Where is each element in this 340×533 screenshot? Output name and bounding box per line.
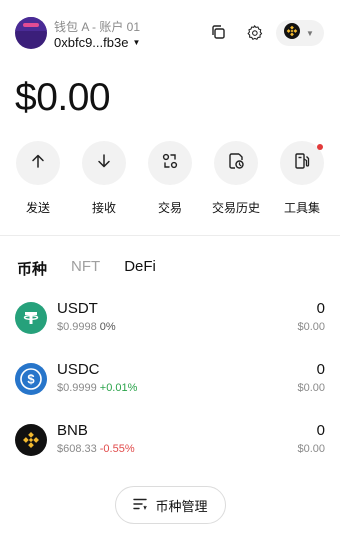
copy-icon[interactable] [208,22,228,42]
tab-defi[interactable]: DeFi [124,258,156,279]
token-value: $0.00 [297,321,325,333]
network-selector[interactable]: ▼ [276,20,324,46]
token-row-usdt[interactable]: USDT $0.9998 0% 0 $0.00 [0,295,340,341]
token-symbol: BNB [57,422,88,439]
tab-nft[interactable]: NFT [71,258,100,279]
history-label: 交易历史 [211,201,260,215]
receive-button[interactable]: 接收 [72,141,136,216]
token-change: -0.55% [99,443,135,455]
tools-label: 工具集 [283,201,320,215]
token-symbol: USDC [57,361,100,378]
token-balance: 0 [316,361,325,378]
token-row-bnb[interactable]: BNB $608.33 -0.55% 0 $0.00 [0,417,340,463]
arrow-down-icon [96,153,112,174]
wallet-header: 钱包 A - 账户 01 0xbfc9...fb3e ▼ ▼ [0,0,340,64]
swap-icon [161,152,179,175]
manage-tokens-button[interactable]: 币种管理 [115,486,226,524]
token-value: $0.00 [297,443,325,455]
token-change: +0.01% [99,382,138,394]
total-balance: $0.00 [15,76,111,119]
usdt-icon [15,302,47,334]
token-price: $0.9999 +0.01% [57,382,138,394]
bnb-icon [15,424,47,456]
send-button[interactable]: 发送 [6,141,70,216]
token-change: 0% [99,321,116,333]
receive-label: 接收 [91,201,116,215]
history-icon [227,152,245,175]
arrow-up-icon [30,153,46,174]
token-balance: 0 [316,422,325,439]
caret-down-icon: ▼ [306,28,314,38]
tools-icon [293,152,311,175]
account-address-selector[interactable]: 0xbfc9...fb3e ▼ [54,35,140,50]
account-avatar[interactable] [15,17,47,49]
history-button[interactable]: 交易历史 [204,141,268,216]
tools-button[interactable]: 工具集 [270,141,334,216]
token-value: $0.00 [297,382,325,394]
bnb-chain-icon [284,22,300,44]
token-balance: 0 [316,300,325,317]
caret-down-icon: ▼ [132,38,141,47]
quick-actions: 发送 接收 交易 交易历史 工具集 [0,141,340,221]
tab-tokens[interactable]: 币种 [17,258,47,279]
account-name[interactable]: 钱包 A - 账户 01 [54,18,140,35]
svg-text:$: $ [27,372,35,387]
swap-label: 交易 [157,201,182,215]
token-price: $0.9998 0% [57,321,116,333]
token-symbol: USDT [57,300,98,317]
send-label: 发送 [25,201,50,215]
list-settings-icon [133,498,148,513]
section-divider [0,235,340,236]
gear-icon[interactable] [244,22,264,42]
manage-tokens-label: 币种管理 [155,498,208,514]
usdc-icon: $ [15,363,47,395]
notification-dot [317,144,323,150]
token-price: $608.33 -0.55% [57,443,135,455]
asset-tabs: 币种 NFT DeFi [17,258,156,279]
swap-button[interactable]: 交易 [138,141,202,216]
token-row-usdc[interactable]: $ USDC $0.9999 +0.01% 0 $0.00 [0,356,340,402]
account-address: 0xbfc9...fb3e [54,35,129,50]
